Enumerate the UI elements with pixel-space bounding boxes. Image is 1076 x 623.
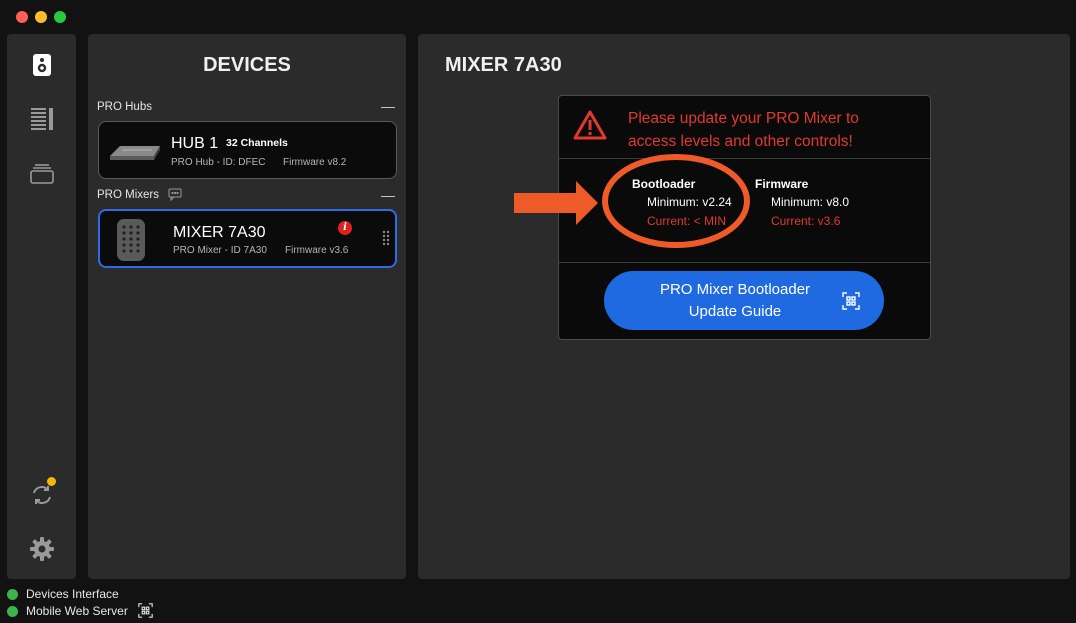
- pro-hubs-collapse-button[interactable]: —: [381, 98, 395, 114]
- devices-interface-label: Devices Interface: [26, 587, 119, 601]
- pro-mixers-collapse-button[interactable]: —: [381, 187, 395, 203]
- firmware-minimum: Minimum: v8.0: [771, 195, 849, 209]
- devices-panel: DEVICES PRO Hubs — HUB 1 32 Channels PRO…: [88, 34, 406, 579]
- mobile-web-server-status-dot: [7, 606, 18, 617]
- sync-icon[interactable]: [29, 483, 55, 512]
- alert-icon[interactable]: i: [338, 221, 352, 235]
- bootloader-update-guide-button[interactable]: PRO Mixer Bootloader Update Guide: [604, 271, 884, 330]
- hub-info: PRO Hub - ID: DFEC: [171, 157, 265, 168]
- detail-title: MIXER 7A30: [445, 54, 562, 77]
- mixer-firmware: Firmware v3.6: [285, 245, 348, 256]
- mixer-card[interactable]: MIXER 7A30 PRO Mixer - ID 7A30 Firmware …: [98, 209, 397, 268]
- hub-device-image: [108, 138, 162, 169]
- update-notification-dot: [47, 477, 56, 486]
- channel-list-icon[interactable]: [30, 107, 54, 136]
- zoom-window-button[interactable]: [54, 11, 66, 23]
- sidebar: [7, 34, 76, 579]
- mobile-web-server-label: Mobile Web Server: [26, 604, 128, 618]
- drag-handle-icon[interactable]: [382, 230, 390, 251]
- qr-code-icon: [842, 292, 860, 317]
- hub-channels: 32 Channels: [226, 137, 288, 149]
- qr-code-icon[interactable]: [138, 603, 153, 623]
- annotation-ellipse: [605, 157, 747, 245]
- mixer-name: MIXER 7A30: [173, 224, 265, 242]
- devices-interface-status-dot: [7, 589, 18, 600]
- update-warning-text: Please update your PRO Mixer to access l…: [628, 107, 859, 153]
- update-warning-line1: Please update your PRO Mixer to: [628, 107, 859, 130]
- pro-hubs-label: PRO Hubs: [97, 101, 152, 113]
- annotation-overlay: [510, 150, 770, 250]
- hub-name: HUB 1: [171, 135, 218, 153]
- speaker-icon[interactable]: [32, 53, 52, 82]
- annotation-arrow: [514, 181, 598, 225]
- hub-card[interactable]: HUB 1 32 Channels PRO Hub - ID: DFEC Fir…: [98, 121, 397, 179]
- divider-bottom: [559, 262, 930, 263]
- hub-firmware: Firmware v8.2: [283, 157, 346, 168]
- devices-title: DEVICES: [88, 54, 406, 77]
- close-window-button[interactable]: [16, 11, 28, 23]
- stack-icon[interactable]: [29, 163, 55, 190]
- gear-icon[interactable]: [30, 537, 54, 566]
- firmware-current: Current: v3.6: [771, 214, 840, 228]
- minimize-window-button[interactable]: [35, 11, 47, 23]
- warning-icon: [573, 110, 607, 145]
- chat-icon[interactable]: [168, 188, 182, 206]
- mixer-info: PRO Mixer - ID 7A30: [173, 245, 267, 256]
- pro-mixers-label: PRO Mixers: [97, 189, 159, 201]
- mixer-device-image: [116, 218, 146, 267]
